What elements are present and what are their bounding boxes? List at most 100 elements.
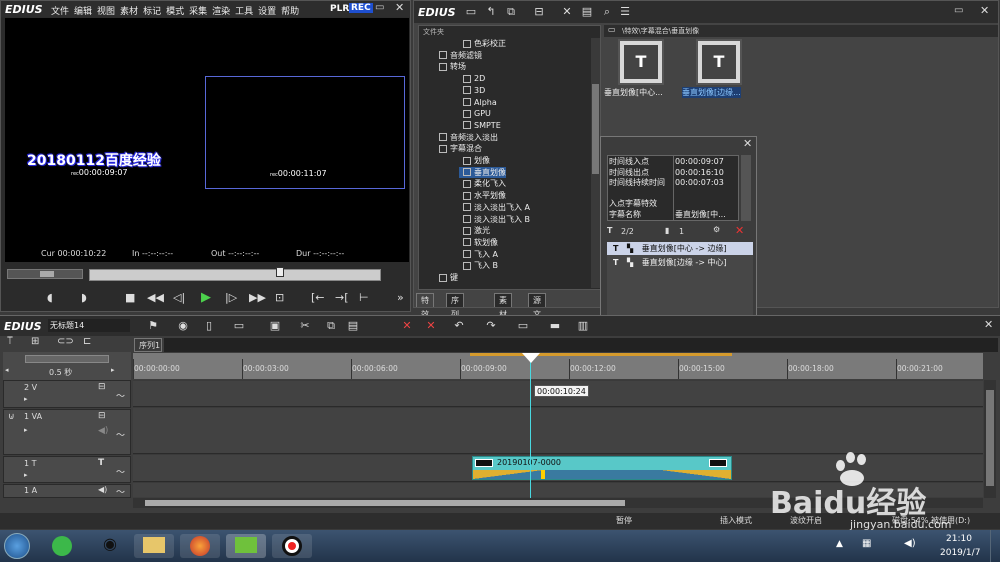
tree-item[interactable]: 垂直划像 — [459, 166, 506, 178]
effect-list-item-1[interactable]: T ▚ 垂直划像[中心 -> 边缘] — [607, 242, 753, 255]
tree-item[interactable]: Alpha — [419, 97, 497, 108]
rewind-icon[interactable]: ◀◀ — [147, 291, 164, 304]
group-icon[interactable]: ⊏ — [83, 336, 91, 347]
track-1va-mix-icon[interactable]: 〜 — [116, 428, 125, 441]
more-icon[interactable]: » — [397, 291, 404, 304]
track-2v-vis-icon[interactable]: ⊟ — [98, 382, 106, 392]
step-forward-icon[interactable]: |▷ — [225, 291, 237, 304]
fast-forward-icon[interactable]: ▶▶ — [249, 291, 266, 304]
track-1va-audio-icon[interactable]: ◀) — [98, 426, 108, 436]
new-seq-icon[interactable]: ▯ — [202, 319, 216, 333]
track-header-1va[interactable]: ⊍ 1 VA ⊟ ▸ ◀) 〜 — [3, 409, 131, 455]
library-tab-0[interactable]: 特效 — [416, 293, 434, 319]
delete-icon[interactable]: ✕ — [560, 5, 574, 19]
taskbar-icon-explorer[interactable] — [134, 534, 174, 558]
replace-icon[interactable]: ⊢ — [359, 291, 369, 304]
library-tab-1[interactable]: 序列标记 — [446, 293, 464, 347]
play-icon[interactable]: ▶ — [201, 290, 211, 305]
zoom-value[interactable]: 0.5 秒 — [49, 367, 72, 378]
tree-item[interactable]: 字幕混合 — [419, 143, 482, 154]
track-1a-audio-icon[interactable]: ◀) — [98, 485, 107, 494]
ripple-delete-icon[interactable]: ✕ — [424, 319, 438, 333]
tree-item[interactable]: 3D — [419, 85, 485, 96]
mode-icon[interactable]: ⚑ — [146, 319, 160, 333]
insert-icon[interactable]: [← — [311, 291, 325, 304]
zoom-left-icon[interactable]: ◂ — [5, 366, 9, 374]
tree-item[interactable]: 划像 — [419, 155, 490, 166]
show-desktop-button[interactable] — [990, 530, 1000, 562]
save-icon[interactable]: ▣ — [268, 319, 282, 333]
track-header-1t[interactable]: 1 T T ▸ 〜 — [3, 456, 131, 483]
menu-item-7[interactable]: 渲染 — [212, 7, 230, 17]
effect-label-2[interactable]: 垂直划像[边缘... — [682, 87, 741, 98]
playhead-marker[interactable] — [276, 267, 284, 277]
tree-scroll-thumb[interactable] — [592, 84, 599, 174]
link-icon[interactable]: ⊂⊃ — [57, 336, 74, 347]
tray-volume-icon[interactable]: ◀) — [904, 538, 916, 549]
tray-expand-icon[interactable]: ▲ — [836, 539, 843, 549]
up-icon[interactable]: ↰ — [484, 5, 498, 19]
sequence-tab[interactable]: 序列1 — [134, 338, 162, 352]
tree-item[interactable]: 转场 — [419, 61, 466, 72]
clock-time[interactable]: 21:10 — [946, 534, 972, 544]
folder-icon[interactable]: ▭ — [464, 5, 478, 19]
search-icon[interactable]: ⌕ — [600, 5, 614, 19]
step-back-icon[interactable]: ◁| — [173, 291, 185, 304]
info-close-icon[interactable]: ✕ — [743, 137, 752, 150]
hscroll-thumb[interactable] — [145, 500, 625, 506]
library-tab-3[interactable]: 源文件浏览 — [528, 293, 546, 361]
track-1va-vis-icon[interactable]: ⊟ — [98, 411, 106, 421]
tree-item[interactable]: 音频滤镜 — [419, 50, 482, 61]
shuttle-slider[interactable] — [7, 269, 83, 279]
list-icon[interactable]: ☰ — [618, 5, 632, 19]
mode-toggle-icon[interactable]: ⟙ — [7, 336, 13, 347]
info-scrollbar[interactable] — [741, 155, 751, 221]
tree-item[interactable]: 键 — [419, 272, 458, 283]
tray-network-icon[interactable]: ▦ — [862, 538, 871, 549]
taskbar-icon-recorder[interactable] — [272, 534, 312, 558]
tree-item[interactable]: 柔化飞入 — [419, 178, 506, 189]
tree-item[interactable]: GPU — [419, 108, 491, 119]
playhead-line[interactable] — [530, 353, 531, 498]
minimize-icon[interactable]: ▭ — [375, 2, 384, 13]
set-in-icon[interactable]: ◖ — [47, 291, 53, 304]
menu-item-8[interactable]: 工具 — [235, 7, 253, 17]
view-icon[interactable]: ⊟ — [532, 5, 546, 19]
capture-icon[interactable]: ◉ — [176, 319, 190, 333]
track-1t-title-icon[interactable]: T — [98, 458, 104, 468]
tree-item[interactable]: 色彩校正 — [419, 38, 506, 49]
menu-item-0[interactable]: 文件 — [51, 7, 69, 17]
zoom-slider[interactable] — [25, 355, 109, 363]
export-icon[interactable]: ▥ — [576, 319, 590, 333]
tree-item[interactable]: 飞入 A — [419, 249, 498, 260]
loop-icon[interactable]: ⊡ — [275, 291, 284, 304]
tree-item[interactable]: 淡入淡出飞入 B — [419, 214, 530, 225]
tree-scrollbar[interactable] — [591, 38, 600, 288]
zoom-right-icon[interactable]: ▸ — [111, 366, 115, 374]
status-insert-mode[interactable]: 插入模式 — [720, 515, 752, 526]
effect-list-item-2[interactable]: T ▚ 垂直划像[边缘 -> 中心] — [607, 256, 753, 269]
menu-item-6[interactable]: 采集 — [189, 7, 207, 17]
library-close-icon[interactable]: ✕ — [980, 4, 989, 17]
tree-item[interactable]: 音频淡入淡出 — [419, 132, 498, 143]
track-1t-expand-icon[interactable]: ▸ — [24, 471, 28, 479]
menu-item-2[interactable]: 视图 — [97, 7, 115, 17]
overwrite-icon[interactable]: →[ — [335, 291, 349, 304]
copy-icon[interactable]: ⧉ — [324, 319, 338, 333]
menu-item-4[interactable]: 标记 — [143, 7, 161, 17]
shuttle-thumb[interactable] — [40, 271, 54, 277]
cut-icon[interactable]: ✂ — [298, 319, 312, 333]
tree-item[interactable]: 水平划像 — [419, 190, 506, 201]
tree-item[interactable]: 淡入淡出飞入 A — [419, 202, 530, 213]
taskbar-icon-edius[interactable] — [226, 534, 266, 558]
marker-icon[interactable]: ▭ — [516, 319, 530, 333]
track-header-1a[interactable]: 1 A ◀) 〜 — [3, 484, 131, 498]
track-2v-mix-icon[interactable]: 〜 — [116, 389, 125, 402]
start-button[interactable] — [4, 533, 30, 559]
new-icon[interactable]: ⧉ — [504, 5, 518, 19]
set-out-icon[interactable]: ◗ — [81, 291, 87, 304]
rec-toggle[interactable]: REC — [349, 3, 373, 13]
library-tab-2[interactable]: 素材库 — [494, 293, 512, 333]
undo-icon[interactable]: ↶ — [452, 319, 466, 333]
paste-icon[interactable]: ▤ — [346, 319, 360, 333]
